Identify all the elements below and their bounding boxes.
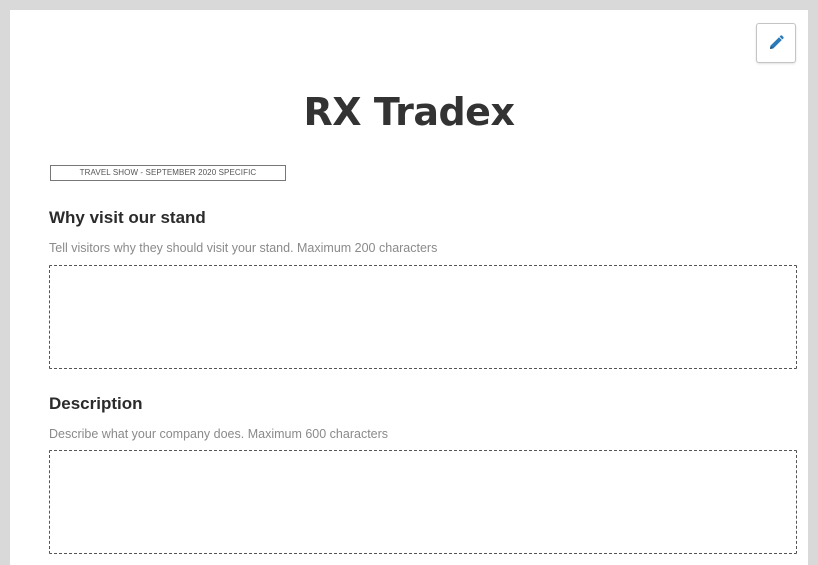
pencil-icon xyxy=(770,35,784,49)
why-visit-input[interactable] xyxy=(49,265,797,369)
description-input[interactable] xyxy=(49,450,797,554)
edit-button[interactable] xyxy=(756,23,796,63)
why-visit-heading: Why visit our stand xyxy=(49,208,206,227)
page-title: RX Tradex xyxy=(303,90,515,134)
description-hint: Describe what your company does. Maximum… xyxy=(49,427,389,441)
form-card: RX Tradex TRAVEL SHOW - SEPTEMBER 2020 S… xyxy=(10,10,808,565)
description-heading: Description xyxy=(49,394,143,413)
show-tag-badge: TRAVEL SHOW - SEPTEMBER 2020 SPECIFIC xyxy=(50,165,286,181)
why-visit-hint: Tell visitors why they should visit your… xyxy=(49,241,438,255)
